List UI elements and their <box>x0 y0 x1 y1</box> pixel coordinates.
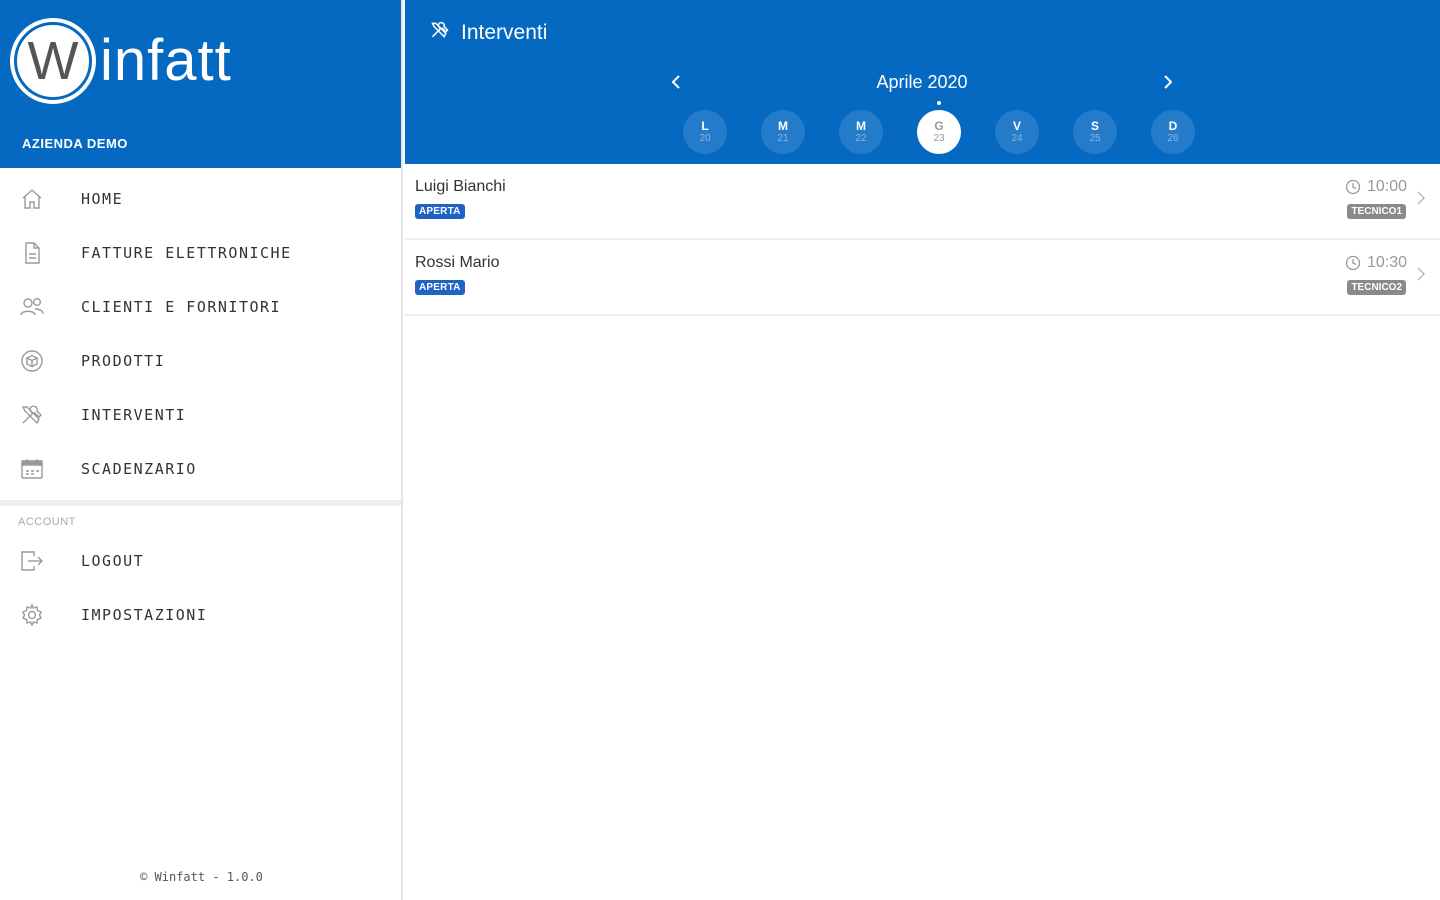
chevron-right-icon <box>1417 267 1426 281</box>
day-button[interactable]: V 24 <box>995 110 1039 154</box>
day-letter: L <box>701 119 709 133</box>
tools-icon <box>429 20 451 45</box>
time-value: 10:30 <box>1366 254 1407 271</box>
day-button[interactable]: D 26 <box>1151 110 1195 154</box>
clock-icon <box>1345 179 1361 195</box>
day-letter: G <box>934 119 944 133</box>
chevron-right-icon <box>1417 191 1426 205</box>
logout-icon <box>18 547 46 575</box>
day-button[interactable]: M 21 <box>761 110 805 154</box>
day-number: 22 <box>855 133 867 144</box>
month-label: Aprile 2020 <box>876 72 968 92</box>
sidebar-item-label: IMPOSTAZIONI <box>81 606 208 624</box>
appointment-time: 10:30 <box>1345 254 1407 272</box>
header-bar: Interventi Aprile 2020 L 20 M 21 M 22 G 23 V… <box>405 0 1440 164</box>
day-number: 25 <box>1089 133 1101 144</box>
customer-name: Luigi Bianchi <box>415 178 506 195</box>
account-section-label: ACCOUNT <box>18 516 76 528</box>
sidebar-item-prodotti[interactable]: PRODOTTI <box>0 334 401 388</box>
sidebar-item-home[interactable]: HOME <box>0 172 401 226</box>
interventions-list: Luigi Bianchi APERTA 10:00 TECNICO1 Ross… <box>405 164 1440 316</box>
account-menu: LOGOUT IMPOSTAZIONI <box>0 534 401 642</box>
sidebar-header: W infatt AZIENDA DEMO <box>0 0 401 168</box>
sidebar: W infatt AZIENDA DEMO HOME FATTURE ELETT… <box>0 0 403 900</box>
chevron-right-icon <box>1164 75 1173 89</box>
home-icon <box>18 185 46 213</box>
day-letter: S <box>1090 119 1099 133</box>
sidebar-item-interventi[interactable]: INTERVENTI <box>0 388 401 442</box>
sidebar-item-label: INTERVENTI <box>81 406 187 424</box>
appointment-time: 10:00 <box>1345 178 1407 196</box>
day-number: 20 <box>699 133 711 144</box>
page-header: Interventi <box>429 20 547 45</box>
sidebar-item-logout[interactable]: LOGOUT <box>0 534 401 588</box>
prev-month-button[interactable] <box>660 66 692 98</box>
main-panel: Interventi Aprile 2020 L 20 M 21 M 22 G 23 V… <box>405 0 1440 900</box>
sidebar-item-label: PRODOTTI <box>81 352 166 370</box>
day-number: 26 <box>1167 133 1179 144</box>
calendar-icon <box>18 455 46 483</box>
month-navigator: Aprile 2020 <box>405 66 1440 98</box>
users-icon <box>18 293 46 321</box>
next-month-button[interactable] <box>1152 66 1184 98</box>
tools-icon <box>18 401 46 429</box>
logo-letter: W <box>14 22 92 100</box>
app-logo: W infatt <box>10 18 232 104</box>
status-badge: APERTA <box>415 280 465 295</box>
sidebar-item-fatture[interactable]: FATTURE ELETTRONICHE <box>0 226 401 280</box>
chevron-left-icon <box>671 75 680 89</box>
customer-name: Rossi Mario <box>415 254 500 271</box>
sidebar-item-impostazioni[interactable]: IMPOSTAZIONI <box>0 588 401 642</box>
document-icon <box>18 239 46 267</box>
box-icon <box>18 347 46 375</box>
week-day-selector: L 20 M 21 M 22 G 23 V 24 S 25 D 26 <box>683 101 1229 154</box>
sidebar-item-scadenzario[interactable]: SCADENZARIO <box>0 442 401 496</box>
day-button[interactable]: M 22 <box>839 110 883 154</box>
clock-icon <box>1345 255 1361 271</box>
day-letter: M <box>856 119 866 133</box>
sidebar-item-label: CLIENTI E FORNITORI <box>81 298 282 316</box>
technician-badge: TECNICO1 <box>1347 204 1406 219</box>
logo-text: infatt <box>100 28 232 93</box>
day-letter: M <box>778 119 788 133</box>
list-item[interactable]: Rossi Mario APERTA 10:30 TECNICO2 <box>405 240 1440 316</box>
time-value: 10:00 <box>1366 178 1407 195</box>
company-name: AZIENDA DEMO <box>22 136 128 151</box>
sidebar-item-clienti[interactable]: CLIENTI E FORNITORI <box>0 280 401 334</box>
list-item[interactable]: Luigi Bianchi APERTA 10:00 TECNICO1 <box>405 164 1440 240</box>
logo-mark: W <box>10 18 96 104</box>
day-button[interactable]: L 20 <box>683 110 727 154</box>
day-button-selected[interactable]: G 23 <box>917 101 961 154</box>
day-letter: V <box>1012 119 1021 133</box>
technician-badge: TECNICO2 <box>1347 280 1406 295</box>
app-version: © Winfatt - 1.0.0 <box>140 870 263 884</box>
status-badge: APERTA <box>415 204 465 219</box>
day-letter: D <box>1168 119 1178 133</box>
sidebar-item-label: LOGOUT <box>81 552 145 570</box>
main-menu: HOME FATTURE ELETTRONICHE CLIENTI E FORN… <box>0 168 401 496</box>
day-number: 21 <box>777 133 789 144</box>
gear-icon <box>18 601 46 629</box>
sidebar-item-label: FATTURE ELETTRONICHE <box>81 244 292 262</box>
page-title: Interventi <box>461 20 548 44</box>
day-button[interactable]: S 25 <box>1073 110 1117 154</box>
day-number: 23 <box>933 133 945 144</box>
sidebar-item-label: SCADENZARIO <box>81 460 197 478</box>
day-number: 24 <box>1011 133 1023 144</box>
sidebar-item-label: HOME <box>81 190 124 208</box>
